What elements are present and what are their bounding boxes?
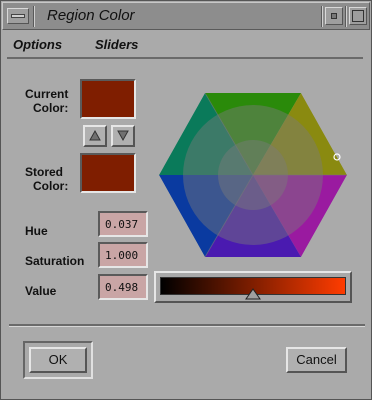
color-wheel-hexagon[interactable] [153, 87, 353, 263]
title-bar[interactable]: Region Color [2, 2, 370, 30]
stored-color-swatch [80, 153, 136, 193]
maximize-button[interactable] [349, 7, 367, 25]
menu-bar: Options Sliders [7, 33, 363, 59]
stored-color-label-line1: Stored [25, 165, 64, 179]
minimize-icon [331, 13, 337, 19]
window-title: Region Color [47, 7, 135, 24]
titlebar-separator [321, 6, 323, 27]
up-triangle-icon [89, 129, 101, 141]
menu-options[interactable]: Options [13, 37, 62, 52]
value-field[interactable]: 0.498 [98, 274, 148, 300]
cancel-button[interactable]: Cancel [286, 347, 347, 373]
recall-color-button[interactable] [111, 125, 135, 147]
saturation-label: Saturation [25, 254, 85, 268]
value-slider-thumb-icon[interactable] [244, 288, 261, 300]
hue-label: Hue [25, 224, 48, 238]
store-color-button[interactable] [83, 125, 107, 147]
window-menu-icon [11, 14, 25, 18]
value-label: Value [25, 284, 57, 298]
divider [9, 324, 365, 327]
saturation-field[interactable]: 1.000 [98, 242, 148, 268]
region-color-dialog: Region Color Options Sliders Current Col… [0, 0, 372, 400]
current-color-label-line2: Color: [33, 101, 69, 115]
value-slider[interactable] [154, 271, 352, 303]
stored-color-label-line2: Color: [33, 179, 69, 193]
titlebar-separator [33, 6, 35, 27]
ok-button[interactable]: OK [29, 347, 87, 373]
stored-color-label: Stored Color: [25, 165, 68, 193]
down-triangle-icon [117, 130, 129, 142]
maximize-icon [352, 10, 364, 22]
window-menu-button[interactable] [7, 8, 29, 24]
titlebar-separator [345, 6, 347, 27]
current-color-label-line1: Current [25, 87, 69, 101]
minimize-button[interactable] [325, 7, 343, 25]
current-color-swatch [80, 79, 136, 119]
menu-sliders[interactable]: Sliders [95, 37, 138, 52]
hue-field[interactable]: 0.037 [98, 211, 148, 237]
current-color-label: Current Color: [25, 87, 68, 115]
